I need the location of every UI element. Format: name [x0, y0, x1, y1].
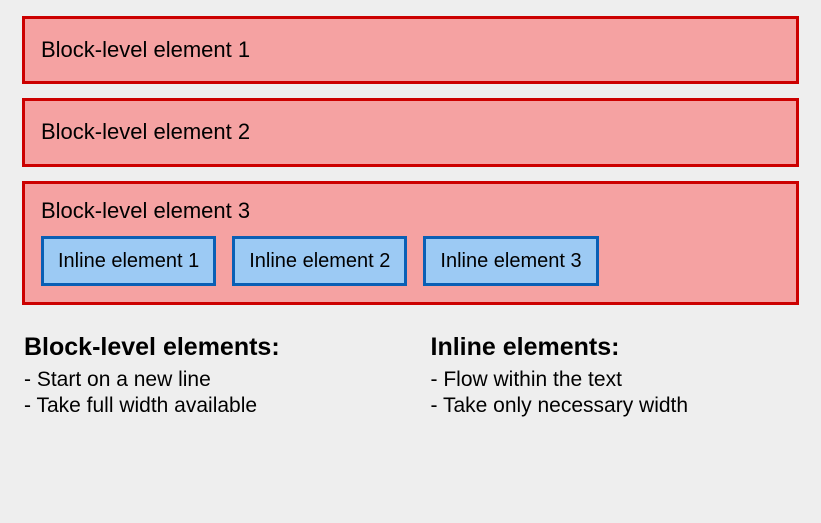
block-element-2: Block-level element 2	[22, 98, 799, 166]
block-label: Block-level element 2	[41, 119, 250, 144]
block-label: Block-level element 1	[41, 37, 250, 62]
block-notes-column: Block-level elements: - Start on a new l…	[24, 325, 391, 420]
inline-element-1: Inline element 1	[41, 236, 216, 286]
inline-element-3: Inline element 3	[423, 236, 598, 286]
block-notes-heading: Block-level elements:	[24, 333, 391, 362]
block-label: Block-level element 3	[41, 198, 780, 224]
inline-row: Inline element 1 Inline element 2 Inline…	[41, 236, 780, 286]
inline-note-line: - Flow within the text	[431, 368, 798, 392]
inline-element-2: Inline element 2	[232, 236, 407, 286]
inline-note-line: - Take only necessary width	[431, 394, 798, 418]
block-element-3: Block-level element 3 Inline element 1 I…	[22, 181, 799, 305]
block-note-line: - Take full width available	[24, 394, 391, 418]
block-note-line: - Start on a new line	[24, 368, 391, 392]
notes-section: Block-level elements: - Start on a new l…	[22, 319, 799, 420]
block-element-1: Block-level element 1	[22, 16, 799, 84]
inline-notes-column: Inline elements: - Flow within the text …	[431, 325, 798, 420]
inline-notes-heading: Inline elements:	[431, 333, 798, 362]
